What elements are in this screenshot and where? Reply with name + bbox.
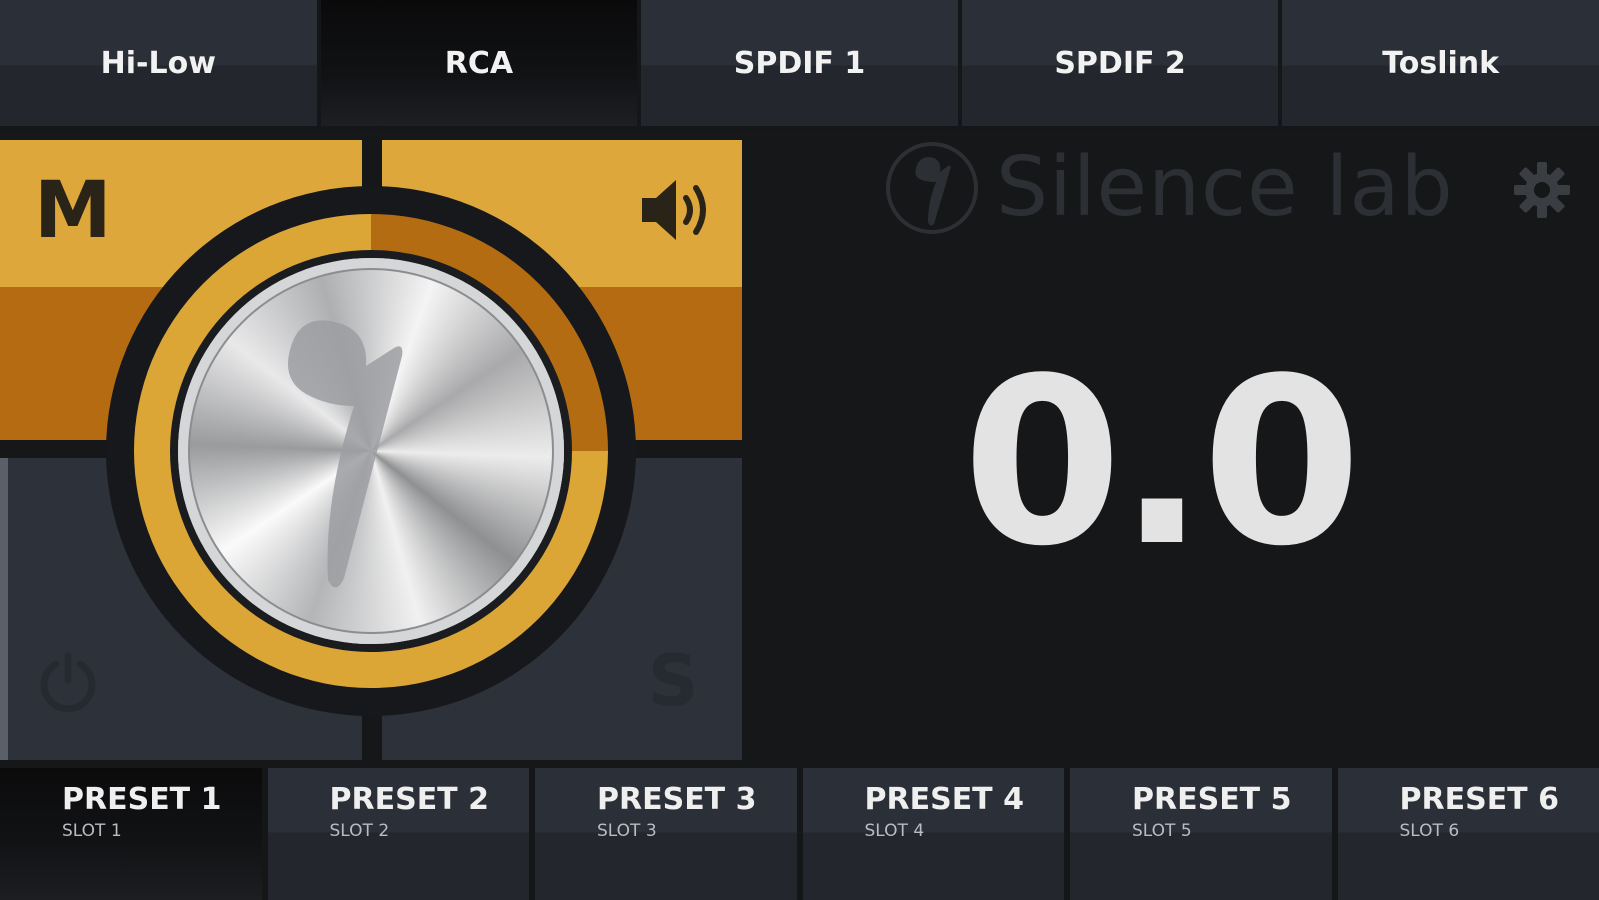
- preset-slot: SLOT 5: [1132, 821, 1192, 841]
- power-icon: [40, 652, 96, 713]
- preset-name: PRESET 2: [329, 782, 489, 817]
- silence-lab-logo-icon: [288, 320, 403, 588]
- tab-label: SPDIF 2: [1054, 45, 1186, 81]
- volume-readout: 0.0: [962, 330, 1361, 597]
- brand-name: Silence lab: [996, 140, 1454, 235]
- preset-name: PRESET 3: [597, 782, 757, 817]
- preset-3-button[interactable]: PRESET 3 SLOT 3: [535, 768, 797, 900]
- input-tab-bar: Hi-Low RCA SPDIF 1 SPDIF 2 Toslink: [0, 0, 1599, 130]
- preset-5-button[interactable]: PRESET 5 SLOT 5: [1070, 768, 1332, 900]
- preset-slot: SLOT 6: [1399, 821, 1460, 841]
- preset-1-button[interactable]: PRESET 1 SLOT 1: [0, 768, 262, 900]
- gear-icon[interactable]: [1512, 160, 1572, 220]
- solo-label: S: [648, 640, 699, 722]
- tab-label: Hi-Low: [100, 45, 216, 81]
- tab-hi-low[interactable]: Hi-Low: [0, 0, 317, 126]
- preset-slot: SLOT 2: [329, 821, 390, 841]
- tab-label: RCA: [444, 45, 514, 81]
- preset-slot: SLOT 3: [597, 821, 657, 841]
- tab-toslink[interactable]: Toslink: [1282, 0, 1599, 126]
- preset-name: PRESET 5: [1132, 782, 1292, 817]
- tab-label: SPDIF 1: [733, 45, 866, 81]
- preset-slot: SLOT 1: [62, 821, 122, 841]
- tab-spdif-1[interactable]: SPDIF 1: [641, 0, 958, 126]
- volume-control-panel: M S: [0, 140, 742, 760]
- tab-label: Toslink: [1382, 45, 1500, 81]
- preset-name: PRESET 4: [864, 782, 1024, 817]
- speaker-icon: [642, 180, 706, 240]
- tab-spdif-2[interactable]: SPDIF 2: [961, 0, 1279, 126]
- silence-lab-mark-icon: [886, 142, 978, 234]
- tab-rca[interactable]: RCA: [320, 0, 638, 126]
- preset-6-button[interactable]: PRESET 6 SLOT 6: [1337, 768, 1599, 900]
- mute-label: M: [34, 166, 112, 256]
- preset-slot: SLOT 4: [864, 821, 925, 841]
- preset-name: PRESET 1: [62, 782, 222, 817]
- preset-bar: PRESET 1 SLOT 1 PRESET 2 SLOT 2 PRESET 3…: [0, 768, 1599, 900]
- preset-4-button[interactable]: PRESET 4 SLOT 4: [802, 768, 1064, 900]
- preset-2-button[interactable]: PRESET 2 SLOT 2: [267, 768, 529, 900]
- preset-name: PRESET 6: [1399, 782, 1559, 817]
